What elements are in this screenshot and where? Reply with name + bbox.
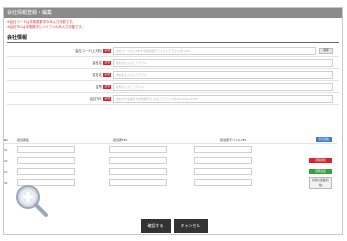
enable-contact-button[interactable]: 担当の追加(有効) bbox=[309, 176, 332, 189]
company-form: 会社コード(上3桁) 必須 会社コードの上3桁を半角英数字で入力して下さい(例:… bbox=[7, 45, 339, 105]
address-row: 住所 必須 住所を入力して下さい bbox=[7, 81, 339, 93]
col-name-header: 担当者名 bbox=[17, 137, 30, 142]
contact-mobile-input[interactable] bbox=[194, 157, 252, 164]
form-window: 会社情報登録・編集 ※会社コードは半角英数字のみ入力可能です。 ※会社TELは半… bbox=[3, 7, 343, 235]
add-contact-button[interactable]: 担当追加 bbox=[315, 137, 332, 142]
contact-row: 03 削除追加 bbox=[3, 166, 337, 177]
col-no-header: No bbox=[4, 137, 9, 142]
field-label: 支社名 bbox=[92, 73, 102, 77]
row-number: 03 bbox=[4, 169, 8, 174]
search-button[interactable]: 検索 bbox=[319, 47, 333, 54]
add-row-button[interactable]: 削除追加 bbox=[309, 169, 332, 174]
contact-name-input[interactable] bbox=[17, 157, 75, 164]
address-input[interactable]: 住所を入力して下さい bbox=[113, 82, 333, 91]
delete-row-button[interactable]: 削除削除 bbox=[309, 158, 332, 163]
branch-name-row: 支社名 必須 支社名を入力して下さい bbox=[7, 69, 339, 81]
confirm-button[interactable]: 確認する bbox=[140, 219, 171, 233]
contact-tel-input[interactable] bbox=[109, 179, 167, 186]
required-badge: 必須 bbox=[103, 96, 111, 101]
company-name-input[interactable]: 会社名を入力して下さい bbox=[113, 58, 333, 67]
company-tel-input[interactable]: 会社の代表番号を半角数字で入力して下さい(例:03-1234-5678) bbox=[113, 94, 333, 103]
company-code-input[interactable]: 会社コードの上3桁を半角英数字で入力して下さい(例:A03) bbox=[113, 46, 316, 55]
field-label: 会社コード(上3桁) bbox=[75, 49, 102, 53]
contact-name-input[interactable] bbox=[17, 146, 75, 153]
col-tel-header: 担当者TEL bbox=[113, 137, 128, 142]
section-title: 会社情報 bbox=[7, 34, 339, 43]
company-code-row: 会社コード(上3桁) 必須 会社コードの上3桁を半角英数字で入力して下さい(例:… bbox=[7, 45, 339, 57]
form-notes: ※会社コードは半角英数字のみ入力可能です。 ※会社TELは半角数字とハイフンのみ… bbox=[4, 18, 342, 30]
magnifier-plus-icon[interactable] bbox=[14, 183, 50, 219]
contact-row: 01 bbox=[3, 144, 337, 155]
row-number: 01 bbox=[4, 147, 8, 152]
field-label: 会社名 bbox=[92, 61, 102, 65]
contact-tel-input[interactable] bbox=[109, 157, 167, 164]
contact-mobile-input[interactable] bbox=[194, 146, 252, 153]
branch-name-input[interactable]: 支社名を入力して下さい bbox=[113, 70, 333, 79]
field-label: 会社TEL bbox=[89, 97, 102, 101]
contact-row: 04 担当の追加(有効) bbox=[3, 176, 337, 189]
company-name-row: 会社名 必須 会社名を入力して下さい bbox=[7, 57, 339, 69]
row-number: 02 bbox=[4, 158, 8, 163]
contact-name-input[interactable] bbox=[17, 168, 75, 175]
contact-tel-input[interactable] bbox=[109, 146, 167, 153]
form-footer: 確認する キャンセル bbox=[4, 219, 344, 241]
company-tel-row: 会社TEL 必須 会社の代表番号を半角数字で入力して下さい(例:03-1234-… bbox=[7, 93, 339, 105]
contacts-header: No 担当者名 担当者TEL 担当者モバイルTEL 担当追加 bbox=[3, 136, 337, 144]
window-title: 会社情報登録・編集 bbox=[4, 8, 342, 18]
contact-row: 02 削除削除 bbox=[3, 155, 337, 166]
required-badge: 必須 bbox=[103, 84, 111, 89]
required-badge: 必須 bbox=[103, 60, 111, 65]
required-badge: 必須 bbox=[103, 72, 111, 77]
contact-tel-input[interactable] bbox=[109, 168, 167, 175]
required-badge: 必須 bbox=[103, 48, 111, 53]
note-line: ※会社TELは半角数字とハイフンのみ入力可能です。 bbox=[7, 25, 85, 29]
field-label: 住所 bbox=[95, 85, 102, 89]
col-mobile-header: 担当者モバイルTEL bbox=[220, 137, 247, 142]
contact-mobile-input[interactable] bbox=[194, 168, 252, 175]
contacts-table: No 担当者名 担当者TEL 担当者モバイルTEL 担当追加 01 02 削除削… bbox=[3, 136, 337, 189]
contact-mobile-input[interactable] bbox=[194, 179, 252, 186]
cancel-button[interactable]: キャンセル bbox=[173, 219, 208, 233]
